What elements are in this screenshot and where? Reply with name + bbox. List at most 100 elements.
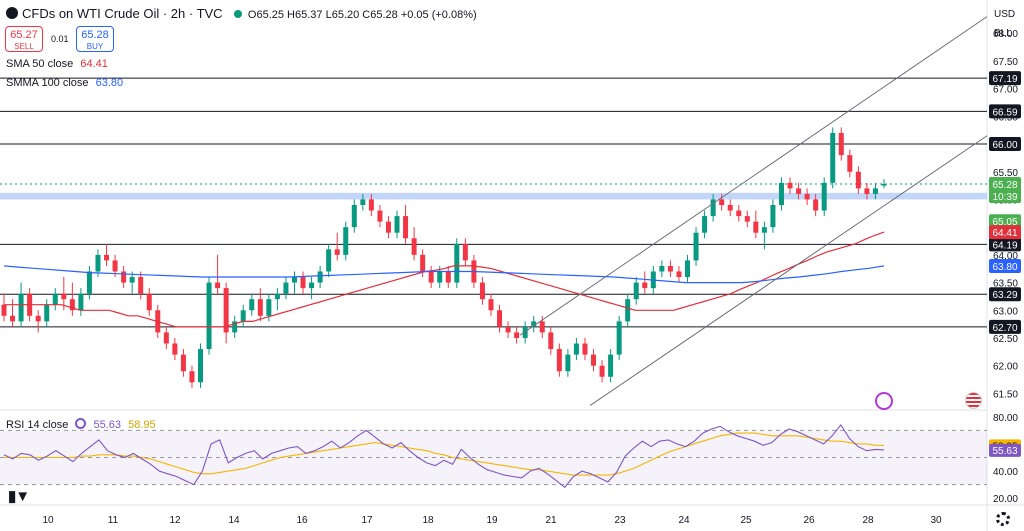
candle-body (266, 299, 272, 316)
support-zone (0, 192, 987, 200)
candle-body (847, 155, 853, 172)
sell-button[interactable]: 65.27 SELL (5, 26, 43, 52)
candle-body (565, 354, 571, 372)
candle-body (1, 304, 7, 316)
candle-body (599, 365, 605, 377)
level-label: 64.19 (992, 240, 1017, 251)
price-tick-label: 62.50 (993, 334, 1018, 345)
candle-body (437, 271, 443, 283)
candle-body (556, 349, 562, 372)
candle-body (172, 343, 178, 355)
candle-body (855, 171, 861, 189)
candle-body (497, 310, 503, 327)
candle-body (180, 354, 186, 372)
candle-body (462, 243, 468, 261)
market-status-dot-icon (233, 10, 242, 18)
candle-body (616, 321, 622, 355)
candle-body (736, 210, 742, 217)
time-tick-label: 23 (614, 515, 626, 526)
time-tick-label: 11 (108, 515, 119, 526)
chart-canvas[interactable]: 68.0067.5067.0066.5066.0065.5065.0064.50… (0, 0, 1024, 531)
time-tick-label: 14 (228, 515, 240, 526)
time-tick-label: 25 (740, 515, 752, 526)
rsi-legend[interactable]: RSI 14 close 55.63 58.95 (6, 418, 156, 431)
candle-body (539, 321, 545, 333)
buy-button[interactable]: 65.28 BUY (76, 26, 114, 52)
price-tick-label: 63.00 (993, 306, 1018, 317)
candle-body (608, 354, 614, 377)
sma50-legend[interactable]: SMA 50 close 64.41 (6, 58, 108, 70)
rsi-tick-label: 40.00 (993, 467, 1018, 478)
candle-body (189, 371, 195, 383)
candle-body (573, 343, 579, 355)
candle-body (129, 277, 135, 283)
smma100-label: SMMA 100 close (6, 77, 89, 89)
candle-body (206, 282, 212, 350)
candle-body (360, 199, 366, 205)
candle-body (761, 227, 767, 233)
sma50-value: 64.41 (80, 58, 108, 70)
spread-value: 0.01 (51, 34, 69, 44)
unit-selector[interactable]: BLL (994, 28, 1012, 39)
price-tick-label: 62.00 (993, 362, 1018, 373)
candle-body (249, 299, 255, 311)
ohlc-readout: O65.25 H65.37 L65.20 C65.28 +0.05 (+0.08… (247, 9, 477, 21)
candle-body (138, 277, 144, 294)
rsi-axis-label: 55.63 (992, 446, 1017, 457)
rsi-tick-label: 20.00 (993, 494, 1018, 505)
symbol-header: CFDs on WTI Crude Oil · 2h · TVC O65.25 … (6, 6, 477, 21)
last-price-label: 65.28 (992, 180, 1017, 191)
candle-body (838, 132, 844, 156)
tradingview-logo: ▮▼ (8, 488, 30, 505)
candle-body (778, 182, 784, 205)
candle-body (744, 216, 750, 222)
candle-body (104, 254, 110, 261)
candle-body (35, 315, 41, 322)
candle-body (454, 243, 460, 283)
channel-upper-line (519, 16, 988, 336)
candle-body (787, 182, 793, 189)
settings-gear-icon[interactable] (996, 512, 1010, 526)
candle-body (428, 271, 434, 283)
candle-body (642, 282, 648, 289)
candle-body (257, 299, 263, 316)
time-tick-label: 18 (422, 515, 434, 526)
candle-body (121, 271, 127, 283)
smma100-legend[interactable]: SMMA 100 close 63.80 (6, 77, 123, 89)
time-tick-label: 12 (169, 515, 181, 526)
buy-price: 65.28 (81, 29, 109, 41)
candle-body (283, 282, 289, 294)
time-tick-label: 17 (361, 515, 373, 526)
candle-body (753, 221, 759, 233)
candle-body (727, 205, 733, 211)
candle-body (667, 265, 673, 272)
candle-body (864, 188, 870, 194)
candle-body (403, 216, 409, 239)
rsi-band (0, 430, 987, 485)
rsi-settings-icon[interactable] (75, 418, 87, 429)
candle-body (343, 227, 349, 255)
candle-body (291, 277, 297, 283)
candle-body (309, 282, 315, 289)
rsi-tick-label: 80.00 (993, 413, 1018, 424)
candle-body (411, 238, 417, 255)
candle-body (582, 343, 588, 355)
candle-body (377, 210, 383, 222)
candle-body (719, 199, 725, 205)
currency-selector[interactable]: USD (994, 9, 1015, 20)
candle-body (10, 315, 16, 322)
candle-body (18, 293, 24, 322)
candle-body (368, 199, 374, 211)
channel-lower-line (589, 135, 988, 406)
candle-body (44, 304, 50, 322)
candle-body (770, 205, 776, 228)
candle-body (198, 349, 204, 383)
symbol-logo-icon (6, 7, 18, 19)
rsi-value: 55.63 (93, 419, 122, 431)
flash-icon[interactable] (875, 392, 893, 410)
level-label: 66.59 (992, 107, 1017, 118)
candle-body (702, 216, 708, 233)
candle-body (95, 254, 101, 272)
time-tick-label: 24 (678, 515, 690, 526)
candle-body (830, 132, 836, 183)
